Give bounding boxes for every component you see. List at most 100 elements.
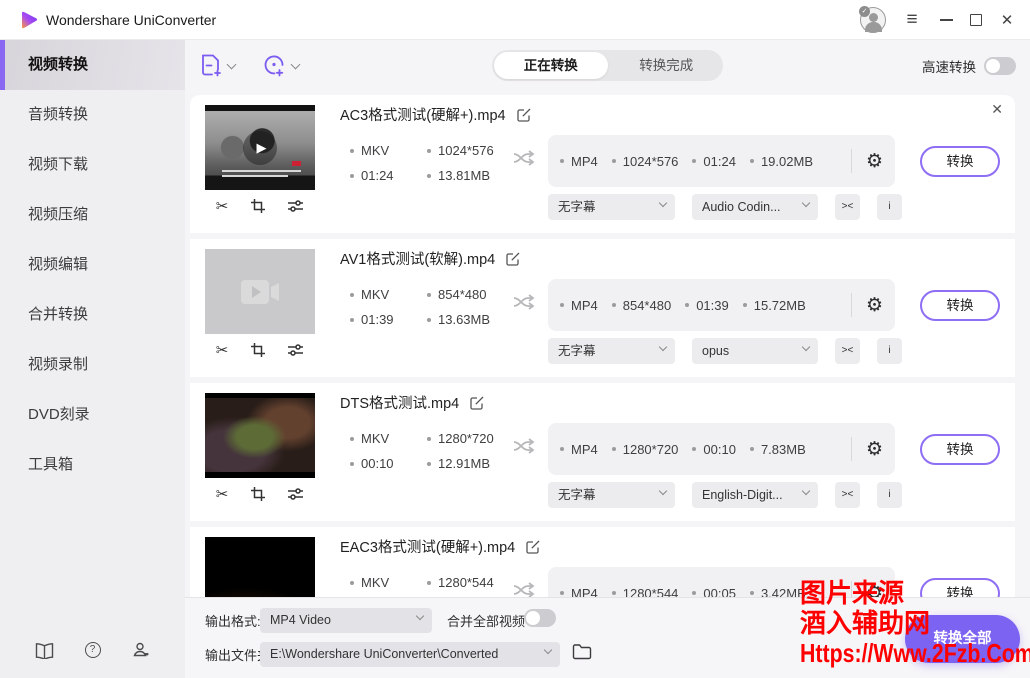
crop-icon[interactable] <box>250 198 266 214</box>
compress-icon[interactable]: >< <box>835 194 860 220</box>
add-file-button[interactable] <box>200 53 235 78</box>
settings-gear-icon[interactable]: ⚙ <box>866 438 883 460</box>
audio-codec-select[interactable]: English-Digit... <box>692 482 818 508</box>
target-duration: 01:24 <box>703 154 736 169</box>
source-format: MKV <box>361 431 389 446</box>
file-name: DTS格式测试.mp4 <box>340 392 459 413</box>
info-icon[interactable]: i <box>877 338 902 364</box>
menu-icon[interactable]: ≡ <box>898 0 926 40</box>
sidebar-item-video-edit[interactable]: 视频编辑 <box>0 240 185 290</box>
file-row-2: ✂ AV1格式测试(软解).mp4 MKV 854*480 01:39 13.6… <box>190 239 1015 377</box>
trim-icon[interactable]: ✂ <box>216 197 229 215</box>
trim-icon[interactable]: ✂ <box>216 485 229 503</box>
audio-codec-select[interactable]: opus <box>692 338 818 364</box>
contact-icon[interactable] <box>131 640 151 660</box>
settings-gear-icon[interactable]: ⚙ <box>866 294 883 316</box>
help-icon[interactable]: ? <box>83 640 103 660</box>
subtitle-select[interactable]: 无字幕 <box>548 194 675 220</box>
sidebar: 视频转换 音频转换 视频下载 视频压缩 视频编辑 合并转换 视频录制 DVD刻录… <box>0 40 185 678</box>
source-size: 13.81MB <box>438 168 490 183</box>
source-duration: 00:10 <box>361 456 394 471</box>
add-disc-button[interactable] <box>262 53 299 78</box>
user-guide-icon[interactable] <box>35 640 55 660</box>
settings-gear-icon[interactable]: ⚙ <box>866 150 883 172</box>
maximize-button[interactable] <box>962 0 990 40</box>
convert-all-button[interactable]: 转换全部 <box>905 615 1020 663</box>
crop-icon[interactable] <box>250 486 266 502</box>
sidebar-footer: ? <box>0 640 185 660</box>
video-thumbnail[interactable]: ▶ <box>205 105 315 190</box>
convert-button[interactable]: 转换 <box>920 434 1000 465</box>
target-format: MP4 <box>571 298 598 313</box>
video-placeholder-icon <box>239 277 281 307</box>
info-icon[interactable]: i <box>877 482 902 508</box>
output-settings-bar: 输出格式: MP4 Video 合并全部视频 输出文件夹: E:\Wonders… <box>185 597 1030 678</box>
thumb-toolbar: ✂ <box>205 478 315 510</box>
source-size: 12.91MB <box>438 456 490 471</box>
video-thumbnail[interactable] <box>205 249 315 334</box>
effects-icon[interactable] <box>287 199 304 213</box>
target-format: MP4 <box>571 154 598 169</box>
rename-icon[interactable] <box>469 395 485 411</box>
thumbnail-caption-line <box>222 175 288 177</box>
compress-icon[interactable]: >< <box>835 482 860 508</box>
sidebar-item-merge-convert[interactable]: 合并转换 <box>0 290 185 340</box>
source-resolution: 1024*576 <box>438 143 494 158</box>
file-name: AC3格式测试(硬解+).mp4 <box>340 104 506 125</box>
source-format: MKV <box>361 287 389 302</box>
info-icon[interactable]: i <box>877 194 902 220</box>
effects-icon[interactable] <box>287 343 304 357</box>
tab-converted[interactable]: 转换完成 <box>610 50 724 81</box>
target-resolution: 1024*576 <box>623 154 679 169</box>
convert-button[interactable]: 转换 <box>920 290 1000 321</box>
minimize-button[interactable] <box>932 0 960 40</box>
toolbar: 正在转换 转换完成 高速转换 <box>185 40 1030 90</box>
tab-converting[interactable]: 正在转换 <box>494 52 608 79</box>
sidebar-item-audio-convert[interactable]: 音频转换 <box>0 90 185 140</box>
fast-convert-toggle[interactable] <box>984 57 1016 75</box>
avatar-check-badge: ✓ <box>859 6 870 17</box>
close-list-icon[interactable]: ✕ <box>991 101 1003 118</box>
source-resolution: 1280*720 <box>438 431 494 446</box>
file-row-1: ✕ ▶ ✂ AC3格式测试(硬解+).mp4 MKV 1024*576 01:2… <box>190 95 1015 233</box>
trim-icon[interactable]: ✂ <box>216 341 229 359</box>
audio-codec-select[interactable]: Audio Codin... <box>692 194 818 220</box>
fast-convert-label: 高速转换 <box>922 56 976 76</box>
convert-arrow-icon <box>512 291 538 313</box>
source-format: MKV <box>361 575 389 590</box>
maximize-icon <box>970 14 982 26</box>
sidebar-item-dvd-burn[interactable]: DVD刻录 <box>0 390 185 440</box>
target-size: 19.02MB <box>761 154 813 169</box>
app-logo-icon <box>16 8 40 32</box>
open-folder-icon[interactable] <box>572 643 592 660</box>
compress-icon[interactable]: >< <box>835 338 860 364</box>
avatar-head <box>869 13 878 22</box>
rename-icon[interactable] <box>525 539 541 555</box>
file-name: EAC3格式测试(硬解+).mp4 <box>340 536 515 557</box>
close-window-button[interactable]: ✕ <box>992 0 1022 40</box>
merge-all-toggle[interactable] <box>524 609 556 627</box>
convert-status-tabs: 正在转换 转换完成 <box>492 50 723 81</box>
convert-arrow-icon <box>512 147 538 169</box>
sidebar-item-toolbox[interactable]: 工具箱 <box>0 440 185 490</box>
subtitle-select[interactable]: 无字幕 <box>548 482 675 508</box>
add-disc-dropdown-icon <box>291 59 301 69</box>
effects-icon[interactable] <box>287 487 304 501</box>
output-format-select[interactable]: MP4 Video <box>260 608 432 633</box>
user-avatar[interactable]: ✓ <box>860 7 886 33</box>
sidebar-item-video-compress[interactable]: 视频压缩 <box>0 190 185 240</box>
subtitle-select[interactable]: 无字幕 <box>548 338 675 364</box>
sidebar-item-video-download[interactable]: 视频下载 <box>0 140 185 190</box>
crop-icon[interactable] <box>250 342 266 358</box>
source-duration: 01:24 <box>361 168 394 183</box>
sidebar-item-video-convert[interactable]: 视频转换 <box>0 40 185 90</box>
avatar-body <box>865 22 882 32</box>
convert-button[interactable]: 转换 <box>920 146 1000 177</box>
rename-icon[interactable] <box>505 251 521 267</box>
rename-icon[interactable] <box>516 107 532 123</box>
thumb-toolbar: ✂ <box>205 190 315 222</box>
add-file-icon <box>200 53 223 78</box>
sidebar-item-screen-record[interactable]: 视频录制 <box>0 340 185 390</box>
video-thumbnail[interactable] <box>205 393 315 478</box>
output-folder-select[interactable]: E:\Wondershare UniConverter\Converted <box>260 642 560 667</box>
